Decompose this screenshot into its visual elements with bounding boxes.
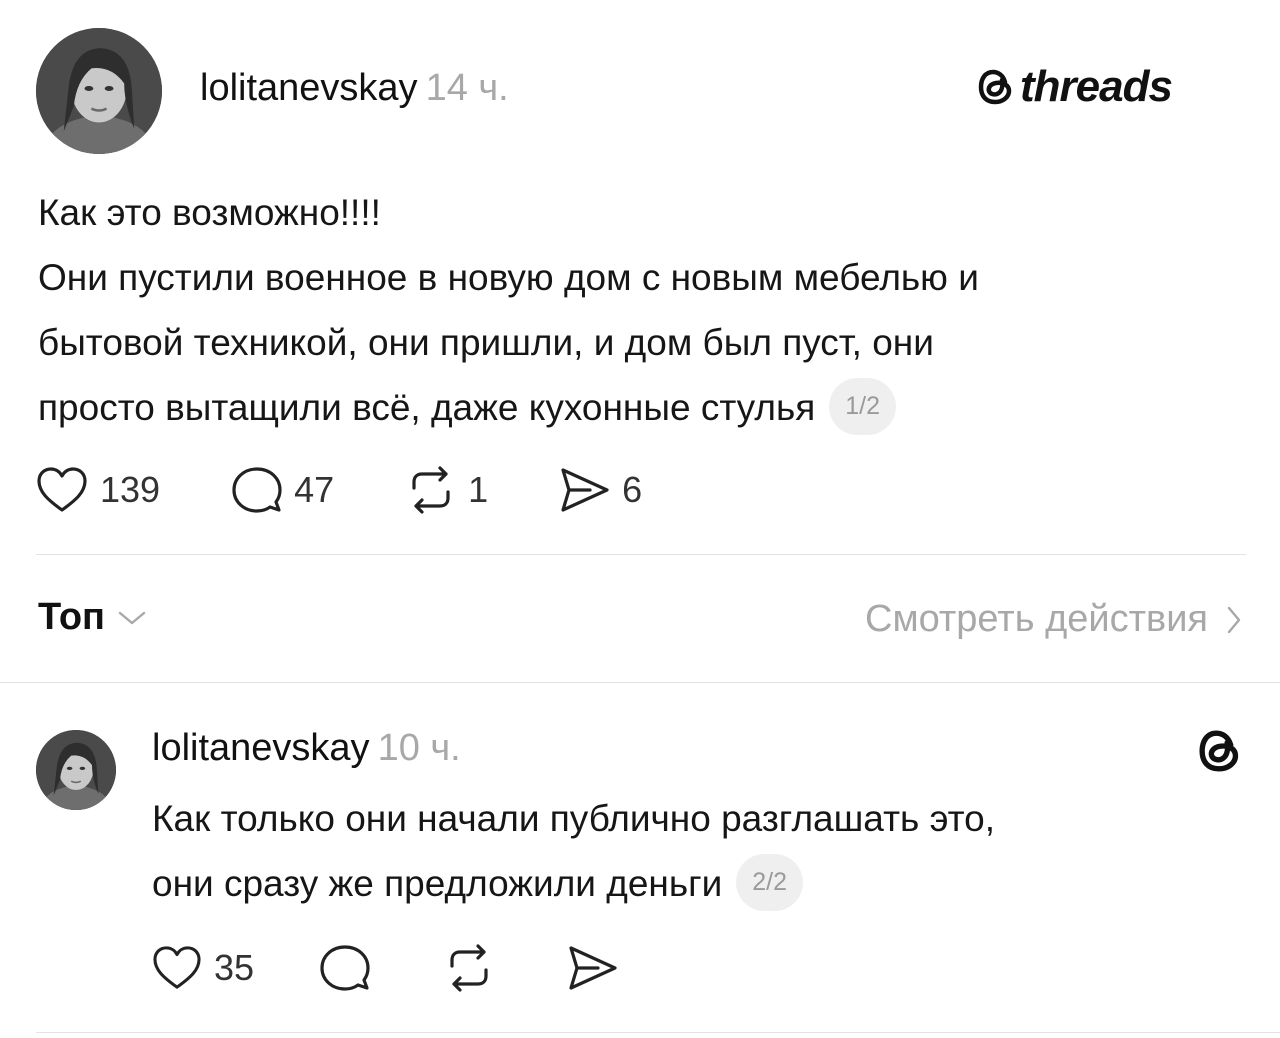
- reply-author[interactable]: lolitanevskay 10 ч.: [152, 727, 461, 770]
- chevron-down-icon: [118, 611, 146, 624]
- sort-label: Топ: [38, 596, 105, 638]
- repost-button[interactable]: 1: [406, 466, 488, 514]
- post-line-last: просто вытащили всё, даже кухонные стуль…: [38, 375, 979, 440]
- thread-pager-badge: 2/2: [736, 853, 804, 911]
- reply-line: они сразу же предложили деньги: [152, 863, 723, 904]
- send-icon: [569, 946, 617, 990]
- reply-actions: 35: [152, 944, 678, 992]
- threads-logo-icon: [1199, 730, 1239, 772]
- threads-logo-icon: [978, 69, 1012, 105]
- heart-icon: [153, 946, 201, 989]
- reply-time: 10 ч.: [377, 727, 461, 769]
- reply-avatar[interactable]: [36, 730, 116, 810]
- post-author[interactable]: lolitanevskay 14 ч.: [200, 67, 509, 110]
- post-time: 14 ч.: [425, 67, 509, 109]
- like-count: 35: [214, 947, 255, 988]
- heart-icon: [37, 467, 87, 512]
- reply-body: Как только они начали публично разглашат…: [152, 786, 995, 916]
- reply-line: Как только они начали публично разглашат…: [152, 798, 996, 839]
- comment-bubble-icon: [232, 467, 282, 513]
- reply-line-last: они сразу же предложили деньги 2/2: [152, 851, 995, 916]
- repost-count: 1: [468, 469, 489, 510]
- repost-icon: [450, 944, 488, 992]
- view-activity-link[interactable]: Смотреть действия: [865, 598, 1242, 641]
- divider: [36, 554, 1246, 555]
- avatar[interactable]: [36, 28, 162, 154]
- share-count: 6: [622, 469, 643, 510]
- chevron-right-icon: [1227, 606, 1241, 633]
- post-actions: 139 47 1 6: [36, 466, 702, 514]
- repost-button[interactable]: [444, 944, 494, 992]
- share-button[interactable]: 6: [560, 466, 642, 514]
- comment-bubble-icon: [320, 945, 370, 991]
- post-body: Как это возможно!!!! Они пустили военное…: [38, 180, 979, 440]
- comment-button[interactable]: 47: [232, 466, 334, 514]
- view-activity-label: Смотреть действия: [865, 598, 1208, 640]
- comment-count: 47: [294, 469, 335, 510]
- brand-name: threads: [1020, 62, 1173, 111]
- thread-pager-badge: 1/2: [829, 377, 897, 435]
- post-line: Они пустили военное в новую дом с новым …: [38, 257, 979, 298]
- share-button[interactable]: [568, 944, 618, 992]
- avatar-image: [36, 28, 162, 154]
- send-icon: [561, 468, 609, 512]
- divider: [36, 1032, 1280, 1033]
- threads-brand: threads: [976, 62, 1173, 112]
- username[interactable]: lolitanevskay: [152, 727, 370, 769]
- divider: [0, 682, 1280, 683]
- like-count: 139: [100, 469, 161, 510]
- like-button[interactable]: 139: [36, 466, 160, 514]
- post-line: просто вытащили всё, даже кухонные стуль…: [38, 387, 816, 428]
- comment-button[interactable]: [320, 944, 370, 992]
- like-button[interactable]: 35: [152, 945, 254, 991]
- post-line: Как это возможно!!!!: [38, 192, 381, 233]
- avatar-image: [36, 730, 116, 810]
- post-line: бытовой техникой, они пришли, и дом был …: [38, 322, 934, 363]
- sort-dropdown[interactable]: Топ: [38, 596, 147, 639]
- repost-icon: [412, 466, 450, 514]
- username[interactable]: lolitanevskay: [200, 67, 418, 109]
